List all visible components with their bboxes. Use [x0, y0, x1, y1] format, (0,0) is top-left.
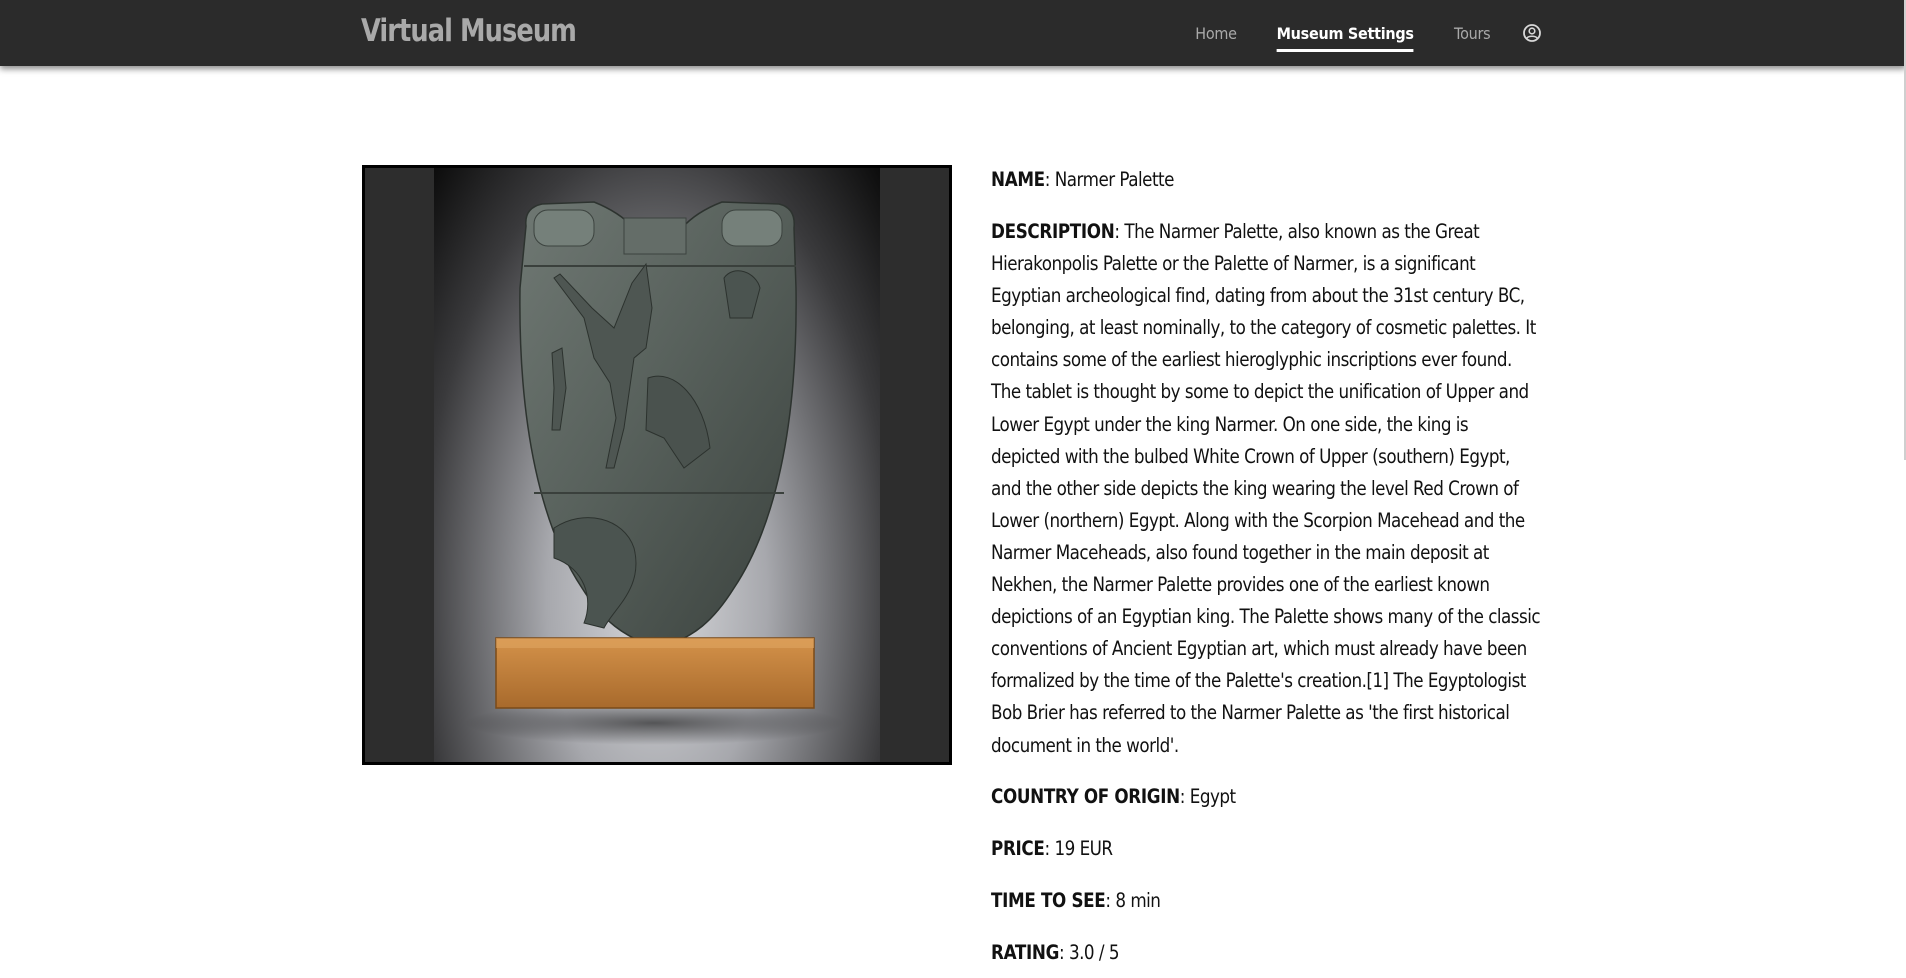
- country-value: Egypt: [1189, 784, 1236, 808]
- price-label: PRICE: [991, 836, 1045, 860]
- field-country: COUNTRY OF ORIGIN: Egypt: [991, 784, 1236, 808]
- field-price: PRICE: 19 EUR: [991, 836, 1113, 860]
- nav-museum-settings[interactable]: Museum Settings: [1276, 20, 1415, 52]
- name-label: NAME: [991, 168, 1045, 191]
- hathor-head-left: [533, 209, 595, 247]
- name-value: Narmer Palette: [1054, 168, 1175, 191]
- exhibit-photo: [434, 168, 880, 762]
- wooden-stand: [495, 637, 815, 709]
- hathor-head-right: [721, 209, 783, 247]
- exhibit-details: NAME: Narmer Palette DESCRIPTION: The Na…: [991, 164, 1543, 978]
- field-name: NAME: Narmer Palette: [991, 168, 1175, 191]
- field-rating: RATING: 3.0 / 5: [991, 940, 1120, 964]
- country-label: COUNTRY OF ORIGIN: [991, 784, 1180, 808]
- nav-tours[interactable]: Tours: [1454, 20, 1491, 47]
- serekh: [623, 217, 687, 255]
- field-description: DESCRIPTION: The Narmer Palette, also kn…: [991, 220, 1541, 757]
- price-value: 19 EUR: [1054, 836, 1113, 860]
- description-label: DESCRIPTION: [991, 220, 1115, 243]
- description-value: The Narmer Palette, also known as the Gr…: [991, 220, 1541, 757]
- exhibit-image-frame: [362, 165, 952, 765]
- nav-home[interactable]: Home: [1195, 20, 1237, 47]
- top-navbar: Virtual Museum Home Museum Settings Tour…: [0, 0, 1906, 66]
- nav-links: Home Museum Settings Tours: [1163, 0, 1542, 66]
- brand-logo[interactable]: Virtual Museum: [361, 13, 577, 49]
- time-value: 8 min: [1115, 888, 1161, 912]
- rating-value: 3.0 / 5: [1068, 940, 1120, 964]
- time-label: TIME TO SEE: [991, 888, 1106, 912]
- account-circle-icon[interactable]: [1522, 23, 1542, 43]
- rating-label: RATING: [991, 940, 1060, 964]
- field-time: TIME TO SEE: 8 min: [991, 888, 1161, 912]
